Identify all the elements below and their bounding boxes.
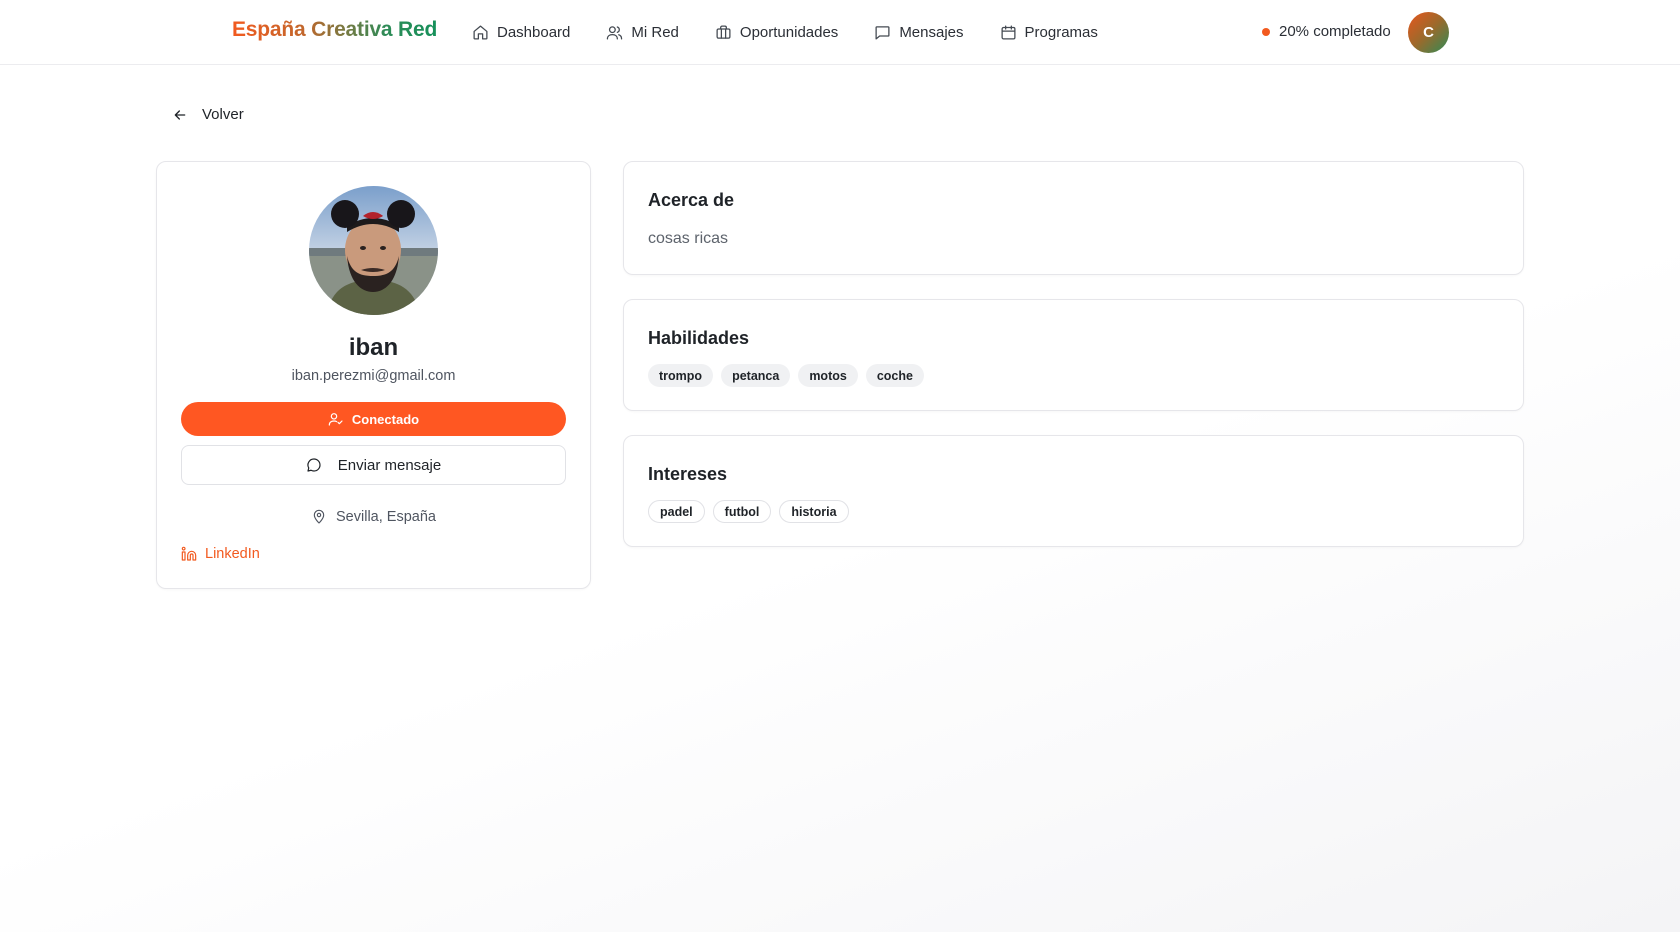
nav-item-dashboard[interactable]: Dashboard — [472, 24, 570, 41]
nav-item-programas[interactable]: Programas — [1000, 24, 1098, 41]
calendar-icon — [1001, 25, 1016, 40]
interest-tag: historia — [779, 500, 849, 523]
arrow-left-icon — [174, 109, 186, 120]
about-card: Acerca de cosas ricas — [623, 161, 1524, 275]
nav-item-mi-red[interactable]: Mi Red — [606, 24, 679, 41]
status-dot-icon — [1262, 27, 1270, 36]
nav-item-label: Mensajes — [899, 24, 964, 41]
send-message-button[interactable]: Enviar mensaje — [181, 445, 566, 485]
message-icon — [875, 26, 890, 40]
interest-tag: futbol — [712, 500, 772, 523]
nav-item-label: Programas — [1024, 24, 1098, 41]
profile-photo-image — [309, 186, 438, 315]
linkedin-icon — [181, 546, 197, 561]
linkedin-link[interactable]: LinkedIn — [181, 546, 260, 562]
message-circle-icon — [307, 458, 321, 472]
users-icon — [607, 26, 623, 40]
back-label: Volver — [202, 106, 244, 123]
profile-completion-indicator[interactable]: 20% completado — [1262, 23, 1391, 40]
skill-tag: coche — [865, 364, 924, 387]
nav-item-label: Mi Red — [631, 24, 679, 41]
home-icon — [473, 25, 488, 40]
nav-item-oportunidades[interactable]: Oportunidades — [715, 24, 838, 41]
skills-title: Habilidades — [648, 328, 750, 348]
skill-tag: petanca — [721, 364, 791, 387]
user-check-icon — [328, 413, 343, 426]
user-avatar-button[interactable]: C — [1408, 12, 1449, 53]
connected-button-label: Conectado — [351, 411, 420, 427]
profile-name: iban — [348, 334, 399, 361]
about-text: cosas ricas — [648, 230, 729, 247]
briefcase-icon — [716, 25, 731, 39]
back-button[interactable]: Volver — [172, 106, 244, 123]
nav-item-label: Dashboard — [497, 24, 571, 41]
skill-tag: motos — [798, 364, 858, 387]
linkedin-label: LinkedIn — [205, 546, 260, 562]
interests-tag-list: padel futbol historia — [648, 500, 849, 523]
top-navigation-bar: España Creativa Red Dashboard Mi Red Opo… — [0, 0, 1680, 65]
skill-tag: trompo — [648, 364, 714, 387]
interests-title: Intereses — [648, 464, 728, 484]
interest-tag: padel — [648, 500, 705, 523]
interests-card: Intereses padel futbol historia — [623, 435, 1524, 547]
connected-button[interactable]: Conectado — [181, 402, 566, 436]
profile-email: iban.perezmi@gmail.com — [291, 368, 456, 384]
profile-photo — [309, 186, 438, 315]
send-message-label: Enviar mensaje — [337, 456, 442, 474]
skills-tag-list: trompo petanca motos coche — [648, 364, 924, 387]
profile-completion-text: 20% completado — [1279, 23, 1391, 40]
nav-item-mensajes[interactable]: Mensajes — [874, 24, 964, 41]
main-nav: Dashboard Mi Red Oportunidades Mensajes … — [472, 0, 1134, 65]
profile-location: Sevilla, España — [157, 509, 590, 525]
about-title: Acerca de — [648, 190, 735, 210]
brand-logo[interactable]: España Creativa Red — [232, 18, 437, 42]
location-text: Sevilla, España — [336, 509, 436, 525]
nav-item-label: Oportunidades — [739, 24, 839, 41]
profile-card: iban iban.perezmi@gmail.com Conectado En… — [156, 161, 591, 589]
map-pin-icon — [313, 509, 325, 524]
skills-card: Habilidades trompo petanca motos coche — [623, 299, 1524, 411]
